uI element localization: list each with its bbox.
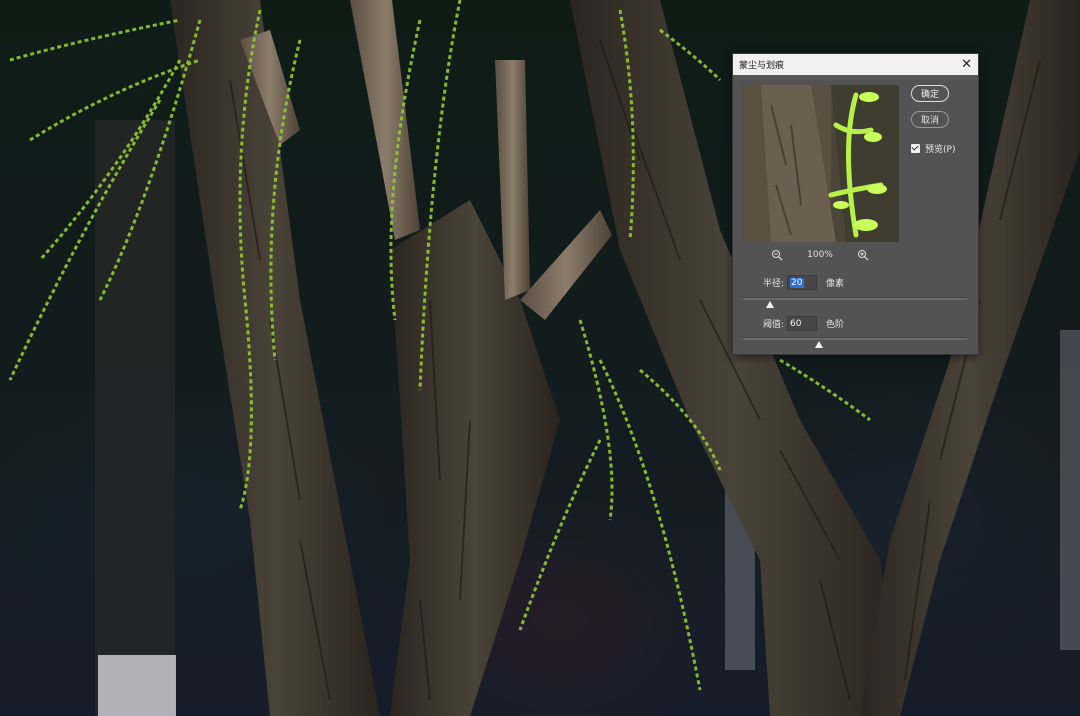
radius-slider-thumb[interactable] <box>765 301 774 308</box>
radius-field-row: 半径: 20 像素 <box>763 275 844 290</box>
threshold-slider[interactable] <box>743 337 967 348</box>
threshold-input[interactable]: 60 <box>787 316 818 331</box>
cancel-button[interactable]: 取消 <box>911 111 949 128</box>
preview-checkbox[interactable] <box>911 144 920 153</box>
radius-input[interactable]: 20 <box>787 275 818 290</box>
dust-and-scratches-dialog: 蒙尘与划痕 ✕ 100% 确定 取消 预览(P) 半径: 20 像素 阈值: 6… <box>732 53 979 355</box>
threshold-slider-thumb[interactable] <box>815 341 824 348</box>
radius-unit: 像素 <box>826 279 845 289</box>
dialog-titlebar[interactable]: 蒙尘与划痕 ✕ <box>733 54 978 75</box>
preview-zoom-controls: 100% <box>741 248 899 262</box>
zoom-in-icon[interactable] <box>857 249 869 261</box>
preview-checkbox-label: 预览(P) <box>925 145 956 155</box>
threshold-unit: 色阶 <box>826 320 845 330</box>
preview-thumbnail <box>741 85 899 242</box>
radius-label: 半径: <box>763 279 785 289</box>
radius-value: 20 <box>790 277 804 288</box>
preview-checkbox-row[interactable]: 预览(P) <box>911 142 955 155</box>
radius-slider[interactable] <box>743 297 967 308</box>
threshold-label: 阈值: <box>763 320 785 330</box>
dialog-title: 蒙尘与划痕 <box>739 61 785 71</box>
close-icon[interactable]: ✕ <box>961 58 972 71</box>
zoom-level: 100% <box>807 250 833 260</box>
zoom-out-icon[interactable] <box>771 249 783 261</box>
threshold-value: 60 <box>790 318 802 329</box>
filter-preview-image[interactable] <box>741 85 899 242</box>
ok-button[interactable]: 确定 <box>911 85 949 102</box>
threshold-field-row: 阈值: 60 色阶 <box>763 316 844 331</box>
